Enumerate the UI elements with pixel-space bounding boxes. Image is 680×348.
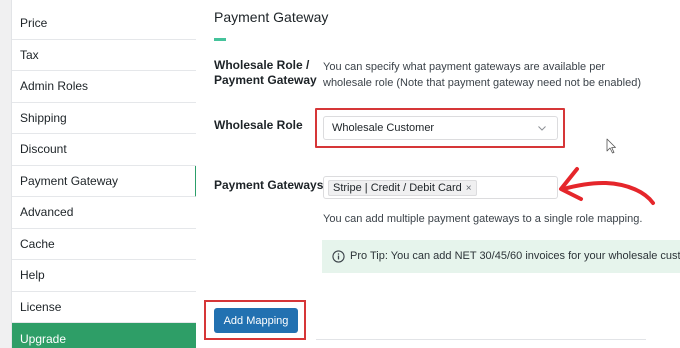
- divider: [316, 339, 646, 340]
- payment-gateway-panel: Payment Gateway Wholesale Role / Payment…: [196, 0, 680, 348]
- sidebar-item-label: Admin Roles: [20, 79, 89, 94]
- sidebar-item-cache[interactable]: Cache: [12, 229, 197, 260]
- wholesale-role-label: Wholesale Role: [214, 118, 303, 132]
- sidebar-item-label: Discount: [20, 142, 67, 157]
- sidebar-item-shipping[interactable]: Shipping: [12, 103, 197, 134]
- gateway-tag-label: Stripe | Credit / Debit Card: [333, 182, 462, 194]
- add-mapping-button[interactable]: Add Mapping: [214, 308, 298, 333]
- sidebar-item-label: Cache: [20, 236, 55, 251]
- gateway-tag: Stripe | Credit / Debit Card ×: [328, 180, 477, 196]
- mapping-description: You can specify what payment gateways ar…: [323, 61, 641, 89]
- chevron-down-icon: [538, 126, 546, 131]
- payment-gateways-label: Payment Gateways: [214, 178, 324, 192]
- settings-sidebar: Price Tax Admin Roles Shipping Discount …: [11, 0, 197, 348]
- payment-gateways-multiselect[interactable]: Stripe | Credit / Debit Card ×: [323, 176, 558, 199]
- sidebar-item-label: License: [20, 299, 62, 314]
- sidebar-item-help[interactable]: Help: [12, 260, 197, 292]
- sidebar-item-tax[interactable]: Tax: [12, 40, 197, 71]
- mapping-label-line2: Payment Gateway: [214, 73, 317, 87]
- sidebar-item-label: Help: [20, 268, 45, 283]
- info-icon: [332, 250, 345, 263]
- app-root: Price Tax Admin Roles Shipping Discount …: [0, 0, 680, 348]
- sidebar-item-upgrade[interactable]: Upgrade: [12, 323, 197, 348]
- sidebar-item-discount[interactable]: Discount: [12, 134, 197, 166]
- mapping-label: Wholesale Role / Payment Gateway: [214, 58, 317, 88]
- sidebar-item-label: Upgrade: [20, 331, 67, 346]
- sidebar-item-label: Shipping: [20, 110, 67, 125]
- sidebar-item-license[interactable]: License: [12, 292, 197, 323]
- wholesale-role-value: Wholesale Customer: [332, 122, 435, 134]
- page-title: Payment Gateway: [214, 9, 329, 25]
- sidebar-item-label: Price: [20, 16, 48, 31]
- helper-text: You can add multiple payment gateways to…: [323, 213, 643, 225]
- wholesale-role-select[interactable]: Wholesale Customer: [323, 116, 558, 140]
- pro-tip-text: Pro Tip: You can add NET 30/45/60 invoic…: [350, 250, 680, 262]
- sidebar-item-advanced[interactable]: Advanced: [12, 197, 197, 229]
- sidebar-item-admin-roles[interactable]: Admin Roles: [12, 71, 197, 103]
- title-underline: [214, 38, 226, 41]
- remove-tag-icon[interactable]: ×: [466, 183, 472, 194]
- pro-tip-notice: Pro Tip: You can add NET 30/45/60 invoic…: [322, 240, 680, 273]
- sidebar-item-label: Payment Gateway: [20, 173, 119, 188]
- sidebar-item-price[interactable]: Price: [12, 8, 197, 40]
- mapping-label-line1: Wholesale Role /: [214, 58, 310, 72]
- sidebar-item-payment-gateway[interactable]: Payment Gateway: [12, 165, 197, 197]
- sidebar-item-label: Tax: [20, 47, 39, 62]
- sidebar-item-label: Advanced: [20, 205, 74, 220]
